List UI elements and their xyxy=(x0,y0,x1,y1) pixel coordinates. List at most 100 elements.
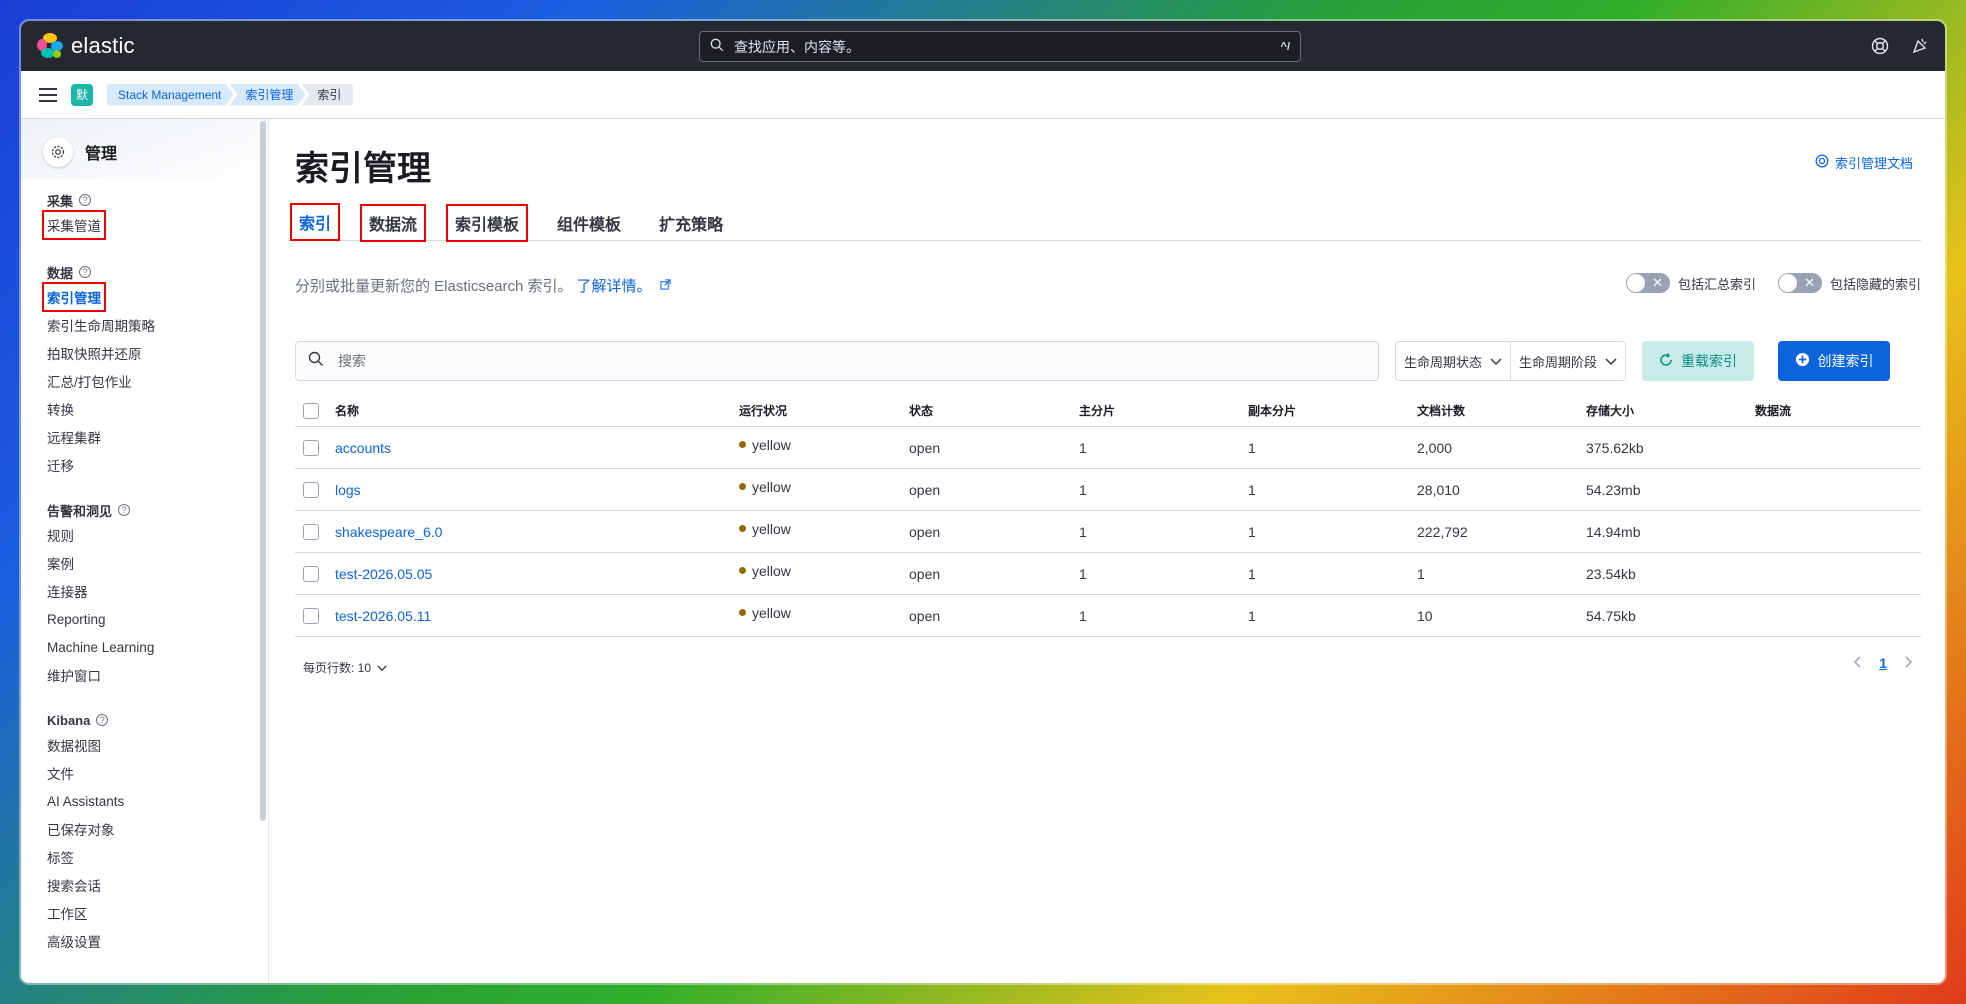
sidebar-item-ingest-pipelines[interactable]: 采集管道 xyxy=(42,210,106,240)
row-checkbox[interactable] xyxy=(303,607,319,624)
main-content: 索引管理 索引管理文档 索引 数据流 索引模板 组件模板 扩充策略 分别或批量更… xyxy=(289,119,1921,983)
row-checkbox[interactable] xyxy=(303,439,319,456)
chevron-left-icon[interactable] xyxy=(1853,655,1861,671)
chevron-down-icon xyxy=(1605,354,1617,369)
sidebar-item-workspaces[interactable]: 工作区 xyxy=(47,899,268,927)
tab-index-templates-label: 索引模板 xyxy=(446,204,529,242)
reload-indices-button[interactable]: 重载索引 xyxy=(1642,341,1755,381)
rows-per-page-selector[interactable]: 每页行数: 10 xyxy=(303,659,387,676)
breadcrumb-stack-management[interactable]: Stack Management xyxy=(107,84,233,106)
sidebar-item-index-management[interactable]: 索引管理 xyxy=(42,282,106,312)
storage-size-value: 23.54kb xyxy=(1586,565,1636,582)
tab-enrich-policies[interactable]: 扩充策略 xyxy=(655,205,727,241)
health-dot-icon xyxy=(739,441,746,448)
index-name-link[interactable]: test-2026.05.11 xyxy=(335,608,431,624)
sidebar-item-maintenance-windows[interactable]: 维护窗口 xyxy=(47,661,268,689)
index-name-link[interactable]: logs xyxy=(335,482,361,498)
table-row: test-2026.05.05 yellow open 1 1 1 23.54k… xyxy=(295,553,1921,595)
toggle-include-rollup[interactable]: ✕ 包括汇总索引 xyxy=(1625,273,1756,293)
index-name-link[interactable]: shakespeare_6.0 xyxy=(335,524,442,540)
select-all-checkbox[interactable] xyxy=(303,402,319,419)
tab-component-templates[interactable]: 组件模板 xyxy=(553,205,625,241)
sidebar-item-search-sessions[interactable]: 搜索会话 xyxy=(47,871,268,899)
primaries-value: 1 xyxy=(1079,523,1087,540)
docs-link[interactable]: 索引管理文档 xyxy=(1815,153,1913,172)
sidebar-item-transform[interactable]: 转换 xyxy=(47,395,268,423)
health-value: yellow xyxy=(752,562,791,579)
primaries-value: 1 xyxy=(1079,481,1087,498)
column-header-primaries[interactable]: 主分片 xyxy=(1079,402,1248,419)
table-row: shakespeare_6.0 yellow open 1 1 222,792 … xyxy=(295,511,1921,553)
sidebar-item-remote-clusters[interactable]: 远程集群 xyxy=(47,423,268,451)
sidebar-item-snapshot[interactable]: 拍取快照并还原 xyxy=(47,339,268,367)
sidebar-item-ai-assistants[interactable]: AI Assistants xyxy=(47,787,268,815)
breadcrumb-index-management[interactable]: 索引管理 xyxy=(229,84,305,106)
toggle-include-hidden[interactable]: ✕ 包括隐藏的索引 xyxy=(1777,273,1921,293)
column-header-status[interactable]: 状态 xyxy=(909,402,1079,419)
sidebar-item-reporting[interactable]: Reporting xyxy=(47,605,268,633)
elastic-logo[interactable]: elastic xyxy=(37,33,135,59)
health-dot-icon xyxy=(739,525,746,532)
help-circle-icon[interactable]: ? xyxy=(118,504,131,516)
column-header-data-stream[interactable]: 数据流 xyxy=(1755,402,1905,419)
create-index-button[interactable]: 创建索引 xyxy=(1778,341,1891,381)
storage-size-value: 14.94mb xyxy=(1586,523,1641,540)
row-checkbox[interactable] xyxy=(303,565,319,582)
column-header-docs-count[interactable]: 文档计数 xyxy=(1417,402,1586,419)
brand-name: elastic xyxy=(71,33,135,58)
page-number[interactable]: 1 xyxy=(1879,655,1887,671)
sidebar-item-tags[interactable]: 标签 xyxy=(47,843,268,871)
table-row: accounts yellow open 1 1 2,000 375.62kb xyxy=(295,427,1921,469)
help-circle-icon[interactable]: ? xyxy=(79,194,92,206)
tab-indices[interactable]: 索引 xyxy=(289,203,341,241)
space-avatar[interactable]: 默 xyxy=(71,83,93,106)
column-header-health[interactable]: 运行状况 xyxy=(739,402,909,419)
global-search-input[interactable]: 查找应用、内容等。 ^/ xyxy=(699,31,1301,62)
news-feed-icon[interactable] xyxy=(1909,35,1931,57)
menu-toggle-icon[interactable] xyxy=(39,87,57,102)
breadcrumb-indices: 索引 xyxy=(301,83,354,106)
sidebar-item-ilm[interactable]: 索引生命周期策略 xyxy=(47,311,268,339)
rows-per-page-label: 每页行数: 10 xyxy=(303,661,372,675)
app-window: elastic 查找应用、内容等。 ^/ 默 Stack Management … xyxy=(21,21,1945,983)
elastic-logo-icon xyxy=(37,33,63,59)
switch-icon[interactable]: ✕ xyxy=(1625,273,1670,293)
column-header-replicas[interactable]: 副本分片 xyxy=(1248,402,1417,419)
row-checkbox[interactable] xyxy=(303,481,319,498)
index-name-link[interactable]: test-2026.05.05 xyxy=(335,566,432,582)
health-value: yellow xyxy=(752,478,791,495)
help-icon[interactable] xyxy=(1869,35,1891,57)
help-circle-icon[interactable]: ? xyxy=(79,266,92,278)
help-circle-icon[interactable]: ? xyxy=(96,714,109,726)
replicas-value: 1 xyxy=(1248,481,1256,498)
docs-count-value: 28,010 xyxy=(1417,481,1460,498)
tab-index-templates[interactable]: 索引模板 xyxy=(446,204,529,242)
docs-count-value: 10 xyxy=(1417,607,1433,624)
sidebar-item-migrate[interactable]: 迁移 xyxy=(47,451,268,479)
row-checkbox[interactable] xyxy=(303,523,319,540)
filter-lifecycle-status[interactable]: 生命周期状态 xyxy=(1396,342,1511,380)
sidebar-item-rules[interactable]: 规则 xyxy=(47,521,268,549)
indices-table: 名称 运行状况 状态 主分片 副本分片 文档计数 存储大小 数据流 accoun… xyxy=(295,395,1921,637)
chevron-right-icon[interactable] xyxy=(1905,655,1913,671)
index-name-link[interactable]: accounts xyxy=(335,440,391,456)
filter-lifecycle-phase[interactable]: 生命周期阶段 xyxy=(1510,342,1626,380)
index-search[interactable] xyxy=(295,341,1379,381)
sidebar-item-files[interactable]: 文件 xyxy=(47,759,268,787)
column-header-storage-size[interactable]: 存储大小 xyxy=(1586,402,1755,419)
switch-icon[interactable]: ✕ xyxy=(1777,273,1822,293)
sidebar-item-saved-objects[interactable]: 已保存对象 xyxy=(47,815,268,843)
search-input[interactable] xyxy=(338,353,1366,369)
tab-data-streams[interactable]: 数据流 xyxy=(360,204,427,242)
group-title-data: 数据 xyxy=(47,265,74,281)
sidebar-item-rollup[interactable]: 汇总/打包作业 xyxy=(47,367,268,395)
column-header-name[interactable]: 名称 xyxy=(335,402,739,419)
learn-more-link[interactable]: 了解详情。 xyxy=(577,275,652,296)
sidebar-item-machine-learning[interactable]: Machine Learning xyxy=(47,633,268,661)
group-title-alerts: 告警和洞见 xyxy=(47,503,113,519)
sidebar-item-data-views[interactable]: 数据视图 xyxy=(47,731,268,759)
sidebar: 管理 采集? 采集管道 数据? 索引管理 索引生命周期策略 拍取快照并还原 汇总… xyxy=(21,119,269,983)
sidebar-item-advanced-settings[interactable]: 高级设置 xyxy=(47,927,268,955)
sidebar-item-connectors[interactable]: 连接器 xyxy=(47,577,268,605)
sidebar-item-cases[interactable]: 案例 xyxy=(47,549,268,577)
